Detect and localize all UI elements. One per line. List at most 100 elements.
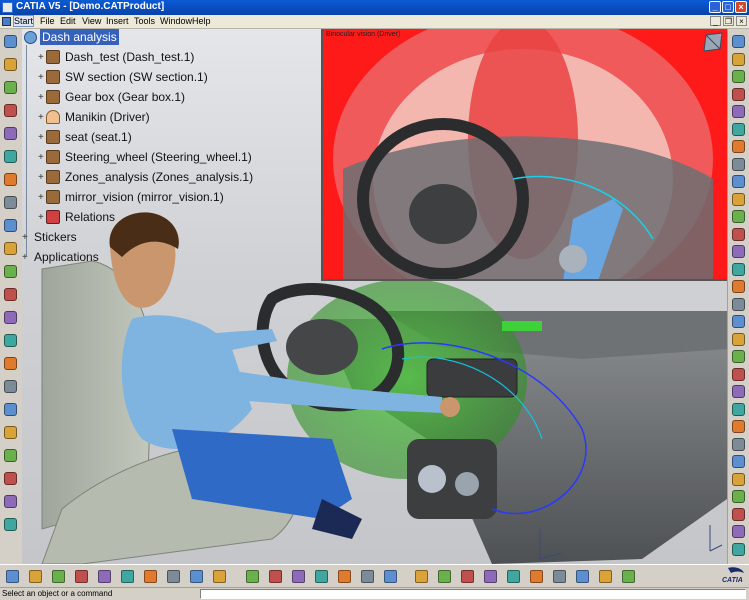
anthropometry-icon[interactable] (732, 385, 745, 398)
annotation-icon[interactable] (4, 219, 17, 232)
move-icon[interactable] (4, 58, 17, 71)
zoom-out-icon[interactable] (484, 570, 497, 583)
carry-icon[interactable] (732, 332, 745, 346)
clash-detect-icon[interactable] (732, 507, 745, 521)
spine-icon[interactable] (732, 490, 745, 503)
section-icon[interactable] (4, 150, 17, 163)
expand-icon[interactable]: + (38, 193, 44, 203)
app-icon[interactable] (2, 2, 13, 13)
whats-this-icon[interactable] (213, 570, 226, 583)
render-style-icon[interactable] (553, 570, 566, 583)
print-icon[interactable] (75, 570, 88, 583)
preferred-angles-icon[interactable] (732, 157, 745, 171)
vision-icon[interactable] (4, 288, 17, 301)
measure-icon[interactable] (338, 570, 351, 583)
expand-icon[interactable]: + (38, 153, 44, 163)
menu-view[interactable]: View (82, 16, 101, 26)
formula-icon[interactable] (246, 570, 259, 583)
save-icon[interactable] (52, 570, 65, 583)
snap-icon[interactable] (4, 81, 17, 94)
new-icon[interactable] (6, 570, 19, 583)
offset-icon[interactable] (4, 472, 17, 485)
tree-icon[interactable] (315, 570, 328, 583)
fix-icon[interactable] (4, 403, 17, 416)
menu-window[interactable]: Window (160, 16, 192, 26)
lock-icon[interactable] (732, 175, 745, 188)
expand-icon[interactable]: + (38, 213, 44, 223)
expand-icon[interactable]: + (38, 53, 44, 63)
3d-viewport[interactable]: Dash analysis + Dash_test (Dash_test.1) … (22, 29, 727, 564)
inverse-kinematics-icon[interactable] (732, 70, 745, 83)
document-icon[interactable] (2, 17, 11, 26)
constraint-icon[interactable] (4, 380, 17, 393)
compass-icon[interactable] (700, 29, 727, 56)
layer-icon[interactable] (622, 570, 635, 583)
lift-icon[interactable] (732, 297, 745, 311)
maximize-button[interactable]: □ (722, 1, 734, 13)
walk-icon[interactable] (732, 262, 745, 276)
rotate-icon[interactable] (438, 570, 451, 583)
explode-icon[interactable] (4, 104, 17, 117)
manikin-icon[interactable] (4, 242, 17, 255)
command-input[interactable] (200, 589, 746, 599)
fly-icon[interactable] (384, 570, 397, 583)
manikin-attach-icon[interactable] (732, 420, 745, 433)
doc-close-button[interactable]: × (736, 16, 747, 26)
menu-edit[interactable]: Edit (60, 16, 76, 26)
vision-window-icon[interactable] (732, 87, 745, 101)
menu-insert[interactable]: Insert (106, 16, 129, 26)
paste-icon[interactable] (144, 570, 157, 583)
doc-restore-button[interactable]: ❐ (723, 16, 734, 26)
manikin-insert-icon[interactable] (732, 35, 745, 48)
reach-envelope-icon[interactable] (732, 105, 745, 118)
views-icon[interactable] (530, 570, 543, 583)
redo-icon[interactable] (190, 570, 203, 583)
hand-icon[interactable] (732, 437, 745, 451)
coincidence-icon[interactable] (4, 449, 17, 462)
optimize-icon[interactable] (732, 402, 745, 416)
expand-icon[interactable]: + (22, 253, 28, 263)
menu-start[interactable]: Start (12, 15, 35, 27)
swap-icon[interactable] (732, 192, 745, 206)
distance-icon[interactable] (4, 173, 17, 186)
sit-pose-icon[interactable] (732, 245, 745, 258)
posture-editor-icon[interactable] (732, 122, 745, 136)
measure-icon[interactable] (4, 196, 17, 209)
menu-tools[interactable]: Tools (134, 16, 155, 26)
posture-icon[interactable] (4, 265, 17, 278)
measure-body-icon[interactable] (732, 367, 745, 381)
copy-icon[interactable] (121, 570, 134, 583)
zoom-in-icon[interactable] (461, 570, 474, 583)
close-button[interactable]: × (735, 1, 747, 13)
rula-icon[interactable] (732, 280, 745, 293)
catalog-icon[interactable] (4, 357, 17, 370)
clash-icon[interactable] (4, 127, 17, 140)
reach-icon[interactable] (4, 311, 17, 324)
head-icon[interactable] (732, 472, 745, 486)
menu-help[interactable]: Help (192, 16, 211, 26)
product-icon[interactable] (4, 35, 17, 48)
expand-icon[interactable]: + (38, 133, 44, 143)
expand-icon[interactable]: + (38, 173, 44, 183)
hide-show-icon[interactable] (576, 570, 589, 583)
open-icon[interactable] (29, 570, 42, 583)
settings-icon[interactable] (732, 542, 745, 556)
expand-icon[interactable]: + (22, 233, 28, 243)
foot-icon[interactable] (732, 455, 745, 468)
catalog-icon[interactable] (292, 570, 305, 583)
graph-icon[interactable] (361, 570, 374, 583)
expand-icon[interactable]: + (38, 73, 44, 83)
angular-limits-icon[interactable] (732, 140, 745, 153)
report-icon[interactable] (732, 525, 745, 538)
minimize-button[interactable]: _ (709, 1, 721, 13)
ocular-vision-window[interactable]: Binocular vision (Driver) (321, 29, 727, 281)
push-pull-icon[interactable] (732, 315, 745, 328)
swap-space-icon[interactable] (599, 570, 612, 583)
knowledge-icon[interactable] (269, 570, 282, 583)
standard-pose-icon[interactable] (732, 227, 745, 241)
reset-posture-icon[interactable] (732, 210, 745, 223)
forward-kinematics-icon[interactable] (732, 52, 745, 66)
expand-icon[interactable]: + (38, 93, 44, 103)
undo-icon[interactable] (167, 570, 180, 583)
update-icon[interactable] (4, 518, 17, 531)
